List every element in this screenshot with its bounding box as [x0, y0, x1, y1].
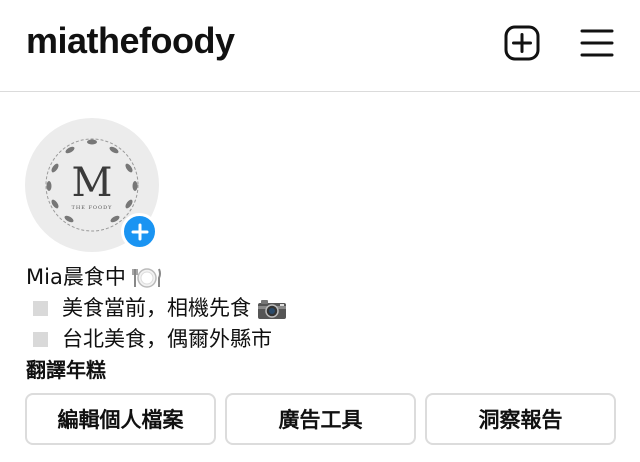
top-bar: miathefoody [0, 0, 640, 92]
bullet-square-icon [33, 301, 48, 316]
new-post-icon[interactable] [503, 24, 541, 62]
profile-display-name: Mia晨食中 [26, 265, 126, 289]
bio-line-1: 美食當前，相機先食 [26, 293, 616, 324]
bio-line-text: 台北美食，偶爾外縣市 [62, 327, 272, 351]
bio-name-line: Mia晨食中 [26, 262, 616, 293]
edit-profile-button[interactable]: 編輯個人檔案 [25, 393, 216, 445]
add-story-button[interactable] [121, 213, 158, 250]
hamburger-menu-icon[interactable] [578, 24, 616, 62]
ad-tools-button[interactable]: 廣告工具 [225, 393, 416, 445]
camera-icon [257, 297, 287, 321]
plate-cutlery-icon [132, 266, 162, 290]
translate-line: 翻譯年糕 [26, 355, 616, 386]
bullet-square-icon [33, 332, 48, 347]
translate-link[interactable]: 翻譯年糕 [26, 355, 106, 386]
bio-line-2: 台北美食，偶爾外縣市 [26, 324, 616, 355]
insights-button[interactable]: 洞察報告 [425, 393, 616, 445]
avatar-caption: THE FOODY [72, 205, 113, 211]
plus-icon [131, 223, 148, 240]
avatar-letter: M [72, 160, 113, 206]
profile-avatar-container: M THE FOODY [25, 118, 159, 252]
profile-bio: Mia晨食中 美食當前，相機先食 台北美食，偶爾外縣市 翻譯年糕 [26, 262, 616, 386]
profile-username[interactable]: miathefoody [26, 20, 235, 62]
bio-line-text: 美食當前，相機先食 [62, 296, 251, 320]
profile-actions: 編輯個人檔案 廣告工具 洞察報告 [25, 393, 616, 445]
